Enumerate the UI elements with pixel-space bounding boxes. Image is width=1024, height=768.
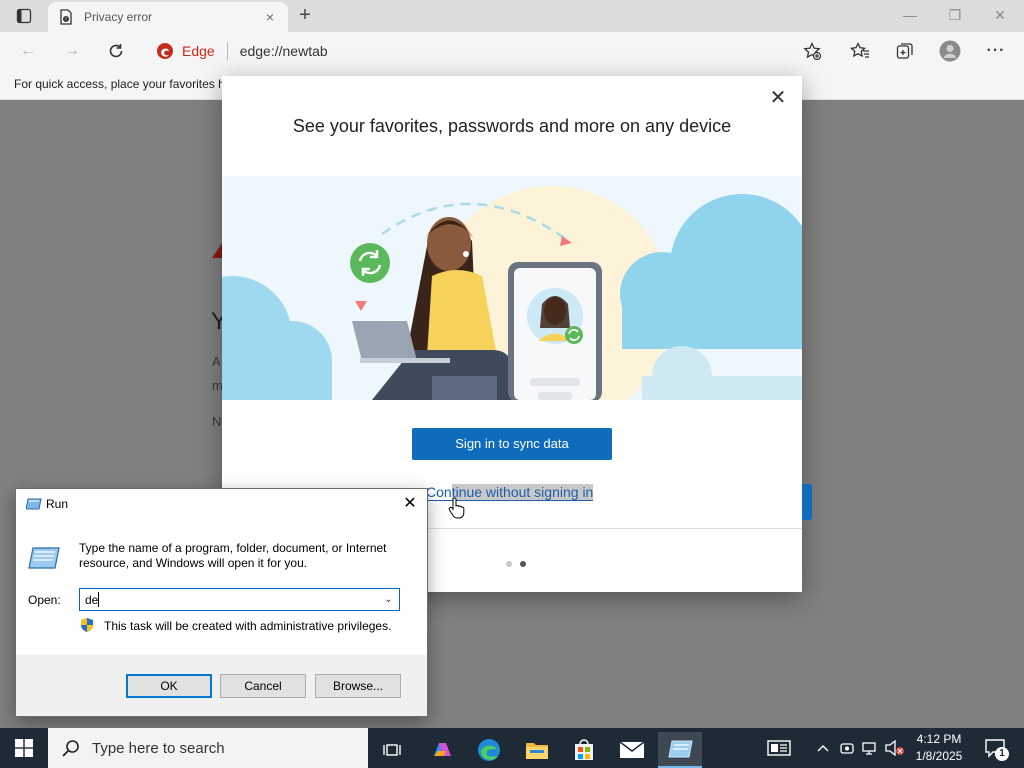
taskbar: Type here to search 4:12 PM 1/8/2025 1 [0, 728, 1024, 768]
notification-badge: 1 [995, 747, 1009, 761]
admin-privileges-note: This task will be created with administr… [104, 619, 392, 633]
sync-badge-icon [350, 243, 390, 283]
settings-more-icon[interactable]: ··· [984, 40, 1008, 62]
url-text[interactable]: edge://newtab [240, 43, 328, 59]
restore-button[interactable]: ❐ [935, 4, 975, 26]
site-name: Edge [182, 43, 215, 59]
add-favorite-icon[interactable] [800, 40, 824, 62]
chevron-down-icon[interactable]: ⌄ [380, 591, 397, 608]
run-dialog: Run ✕ Type the name of a program, folder… [15, 488, 428, 717]
notification-center-icon[interactable]: 1 [980, 728, 1010, 768]
start-button[interactable] [0, 728, 48, 768]
refresh-icon[interactable] [102, 38, 130, 64]
uac-shield-icon [81, 618, 93, 632]
svg-text:!: ! [65, 17, 67, 23]
run-title-bar[interactable]: Run ✕ [16, 489, 427, 519]
address-bar[interactable]: Edge edge://newtab [146, 36, 836, 66]
open-input-value[interactable]: de [85, 593, 98, 607]
favorites-bar-message: For quick access, place your favorites h [14, 77, 225, 91]
tab-actions-icon[interactable] [8, 4, 40, 28]
network-icon[interactable] [860, 728, 880, 768]
text-caret [98, 592, 99, 607]
favorites-icon[interactable] [848, 40, 872, 62]
windows-logo-icon [15, 739, 33, 757]
ok-button[interactable]: OK [126, 674, 212, 698]
close-icon[interactable]: ✕ [768, 88, 788, 108]
edge-taskbar-icon[interactable] [467, 732, 511, 768]
open-combobox[interactable]: de ⌄ [79, 588, 400, 611]
page-error-icon: ! [60, 9, 72, 25]
search-placeholder: Type here to search [92, 739, 225, 757]
run-title: Run [46, 497, 69, 511]
run-taskbar-icon[interactable] [658, 732, 702, 768]
clock-time: 4:12 PM [916, 732, 962, 746]
minimize-button[interactable]: — [890, 4, 930, 26]
page-text-fragment: N [212, 414, 222, 429]
mail-icon[interactable] [610, 732, 654, 768]
run-description: Type the name of a program, folder, docu… [79, 541, 387, 570]
forward-icon[interactable]: → [58, 38, 86, 64]
profile-avatar-icon[interactable] [938, 40, 962, 62]
clock-date: 1/8/2025 [915, 749, 963, 763]
chevron-up-icon[interactable] [814, 728, 832, 768]
sign-in-sync-button[interactable]: Sign in to sync data [412, 428, 612, 460]
volume-muted-icon[interactable] [884, 728, 906, 768]
task-view-icon[interactable] [370, 732, 414, 768]
sync-illustration [222, 176, 802, 400]
open-label: Open: [28, 593, 61, 607]
continue-link-highlight: tinue without signing in [451, 484, 594, 500]
browse-button[interactable]: Browse... [315, 674, 401, 698]
close-window-button[interactable]: ✕ [980, 4, 1020, 26]
file-explorer-icon[interactable] [515, 732, 559, 768]
edge-warning-icon [157, 43, 173, 59]
tab-privacy-error[interactable]: ! Privacy error × [48, 2, 288, 32]
taskbar-clock[interactable]: 4:12 PM 1/8/2025 [906, 731, 972, 765]
sync-heading: See your favorites, passwords and more o… [292, 116, 732, 136]
new-tab-button[interactable]: + [292, 4, 318, 28]
run-body: Type the name of a program, folder, docu… [16, 519, 427, 655]
pager-dot-1[interactable] [506, 561, 512, 567]
copilot-icon[interactable] [420, 732, 464, 768]
tab-close-icon[interactable]: × [262, 9, 278, 25]
meet-now-icon[interactable] [838, 728, 856, 768]
page-text-fragment: A [212, 354, 221, 369]
back-icon[interactable]: ← [14, 38, 42, 64]
news-widget-icon[interactable] [762, 728, 796, 768]
pager-dot-2[interactable] [520, 561, 526, 567]
search-icon [62, 740, 79, 757]
cancel-button[interactable]: Cancel [220, 674, 306, 698]
run-button-bar: OK Cancel Browse... [16, 655, 427, 716]
run-close-icon[interactable]: ✕ [399, 493, 421, 515]
address-separator [226, 42, 228, 60]
run-program-icon [28, 547, 60, 569]
phone-illustration [508, 262, 602, 400]
address-row: ← → Edge edge://newtab ··· [0, 32, 1024, 70]
hand-cursor-icon [448, 497, 465, 519]
tab-title: Privacy error [84, 10, 153, 24]
microsoft-store-icon[interactable] [562, 732, 606, 768]
taskbar-search-box[interactable]: Type here to search [48, 728, 368, 768]
background-blue-button-edge [802, 484, 812, 520]
run-app-icon [26, 498, 42, 510]
collections-icon[interactable] [893, 40, 917, 62]
tab-bar: ! Privacy error × + — ❐ ✕ [0, 0, 1024, 32]
